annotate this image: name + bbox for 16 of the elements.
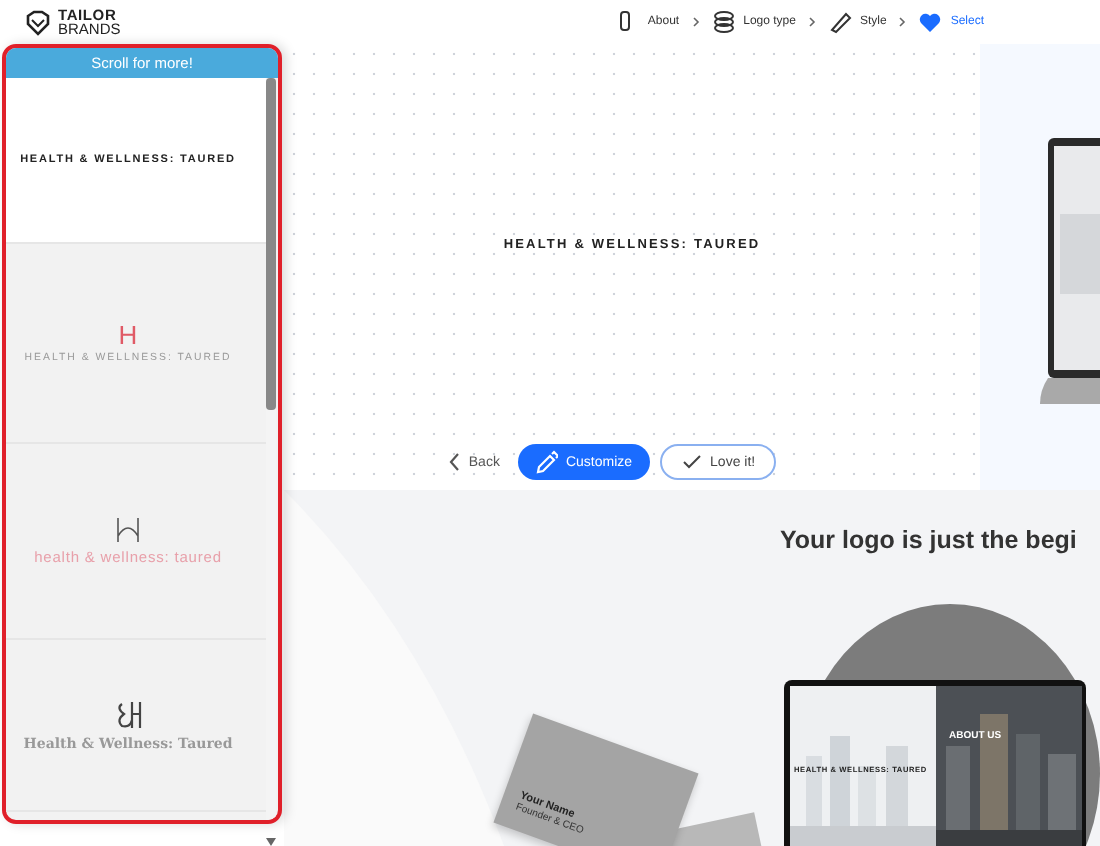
promo-heading: Your logo is just the begi (780, 526, 1077, 554)
scroll-down-icon[interactable] (266, 838, 276, 846)
brush-icon (827, 10, 852, 34)
heart-icon (918, 10, 943, 34)
pencil-icon (535, 450, 558, 474)
chevron-icon (898, 16, 907, 28)
chevron-icon (691, 16, 700, 28)
chevron-left-icon (444, 450, 461, 474)
check-icon (680, 450, 703, 474)
scrollbar[interactable] (266, 78, 276, 821)
chevron-icon (807, 16, 816, 28)
monogram-icon (114, 699, 142, 729)
logo-letter: H (118, 323, 138, 347)
stack-icon (711, 10, 736, 34)
logo-icon (24, 9, 52, 35)
monogram-icon (116, 516, 140, 544)
